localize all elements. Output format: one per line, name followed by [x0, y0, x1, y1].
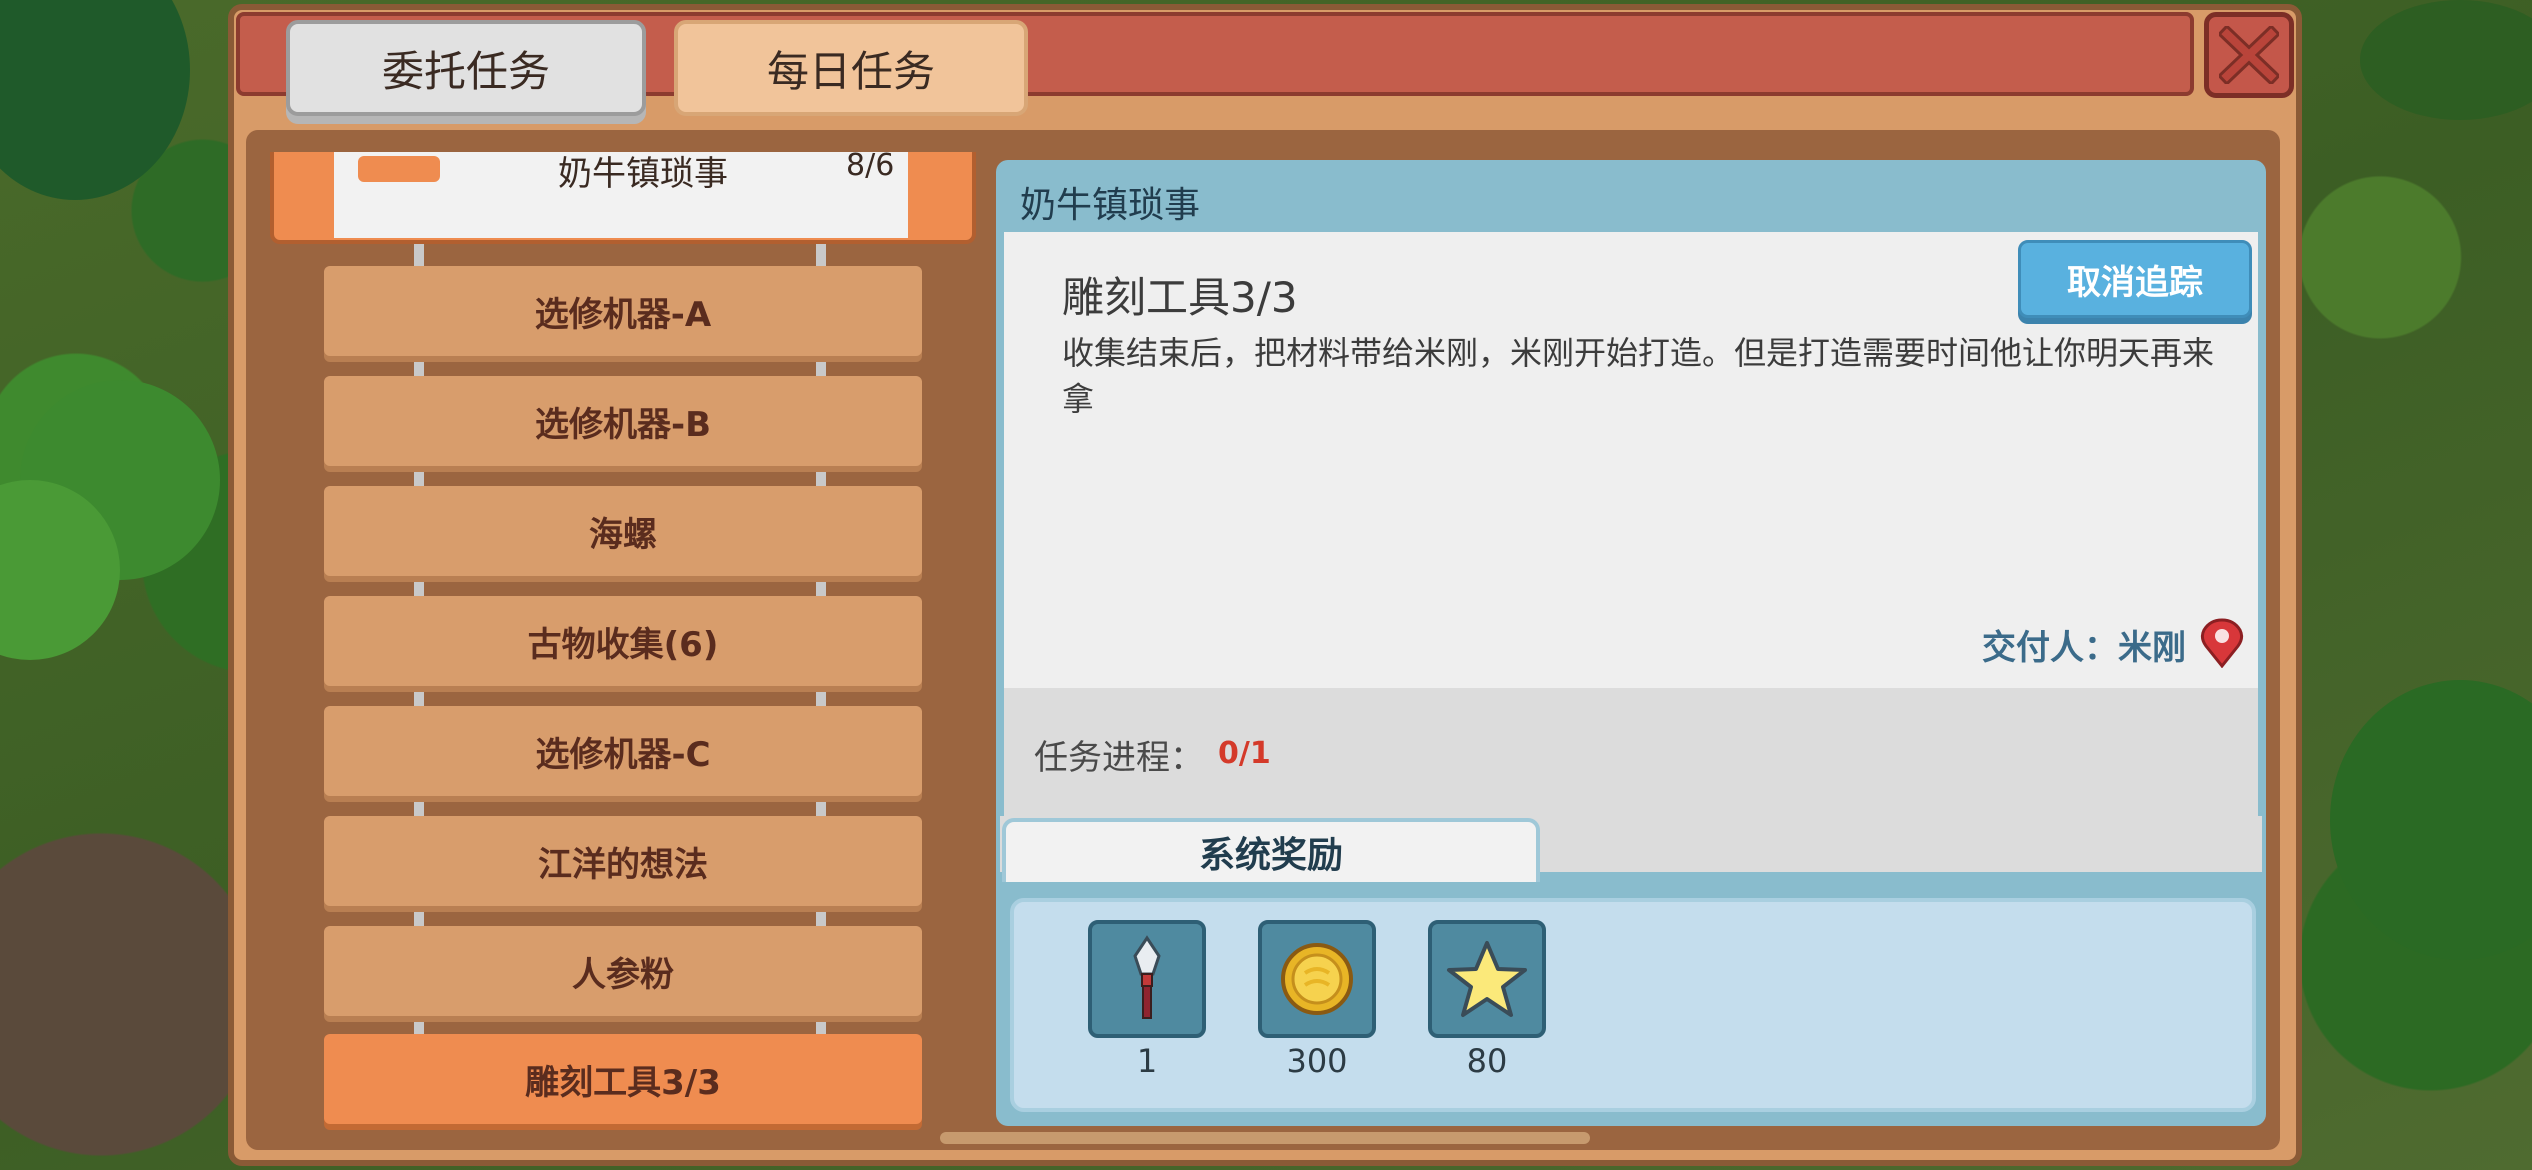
reward-slot[interactable]: [1088, 920, 1206, 1038]
task-description: 收集结束后，把材料带给米刚，米刚开始打造。但是打造需要时间他让你明天再来拿: [1062, 334, 2215, 418]
quest-group-title: 奶牛镇琐事: [558, 154, 728, 194]
task-name: 雕刻工具3/3: [1062, 273, 1298, 322]
tab-daily-quests[interactable]: 每日任务: [674, 20, 1028, 116]
tab-commission-quests[interactable]: 委托任务: [286, 20, 646, 116]
quest-list-item[interactable]: 选修机器-C: [324, 706, 922, 796]
quest-list-item[interactable]: 江洋的想法: [324, 816, 922, 906]
group-marker: [358, 156, 440, 182]
close-button[interactable]: [2204, 12, 2294, 98]
reward-quantity: 300: [1286, 1042, 1348, 1080]
quest-giver: 交付人：米刚: [1982, 628, 2186, 668]
horizontal-scrollbar[interactable]: [940, 1132, 1590, 1144]
reward-quantity: 1: [1136, 1042, 1158, 1080]
quest-list-item[interactable]: 人参粉: [324, 926, 922, 1016]
tab-system-rewards[interactable]: 系统奖励: [1002, 818, 1540, 882]
reward-quantity: 80: [1466, 1042, 1508, 1080]
quest-list-item[interactable]: 选修机器-A: [324, 266, 922, 356]
quest-list-item[interactable]: 选修机器-B: [324, 376, 922, 466]
progress-value: 0/1: [1218, 736, 1271, 771]
quest-category-title: 奶牛镇琐事: [1020, 185, 1201, 226]
progress-label: 任务进程：: [1034, 738, 1204, 778]
gold-coin-icon: [1281, 943, 1353, 1015]
quest-list-item[interactable]: 海螺: [324, 486, 922, 576]
map-pin-icon[interactable]: [2200, 618, 2244, 669]
star-icon: [1447, 941, 1527, 1017]
quest-group-count: 8/6: [846, 148, 895, 183]
untrack-button[interactable]: 取消追踪: [2018, 240, 2252, 318]
reward-slot[interactable]: [1428, 920, 1546, 1038]
reward-slot[interactable]: [1258, 920, 1376, 1038]
close-icon: [2219, 26, 2279, 84]
carving-tool-icon: [1133, 935, 1161, 1019]
quest-list-item-selected[interactable]: 雕刻工具3/3: [324, 1034, 922, 1124]
quest-list-item[interactable]: 古物收集(6): [324, 596, 922, 686]
